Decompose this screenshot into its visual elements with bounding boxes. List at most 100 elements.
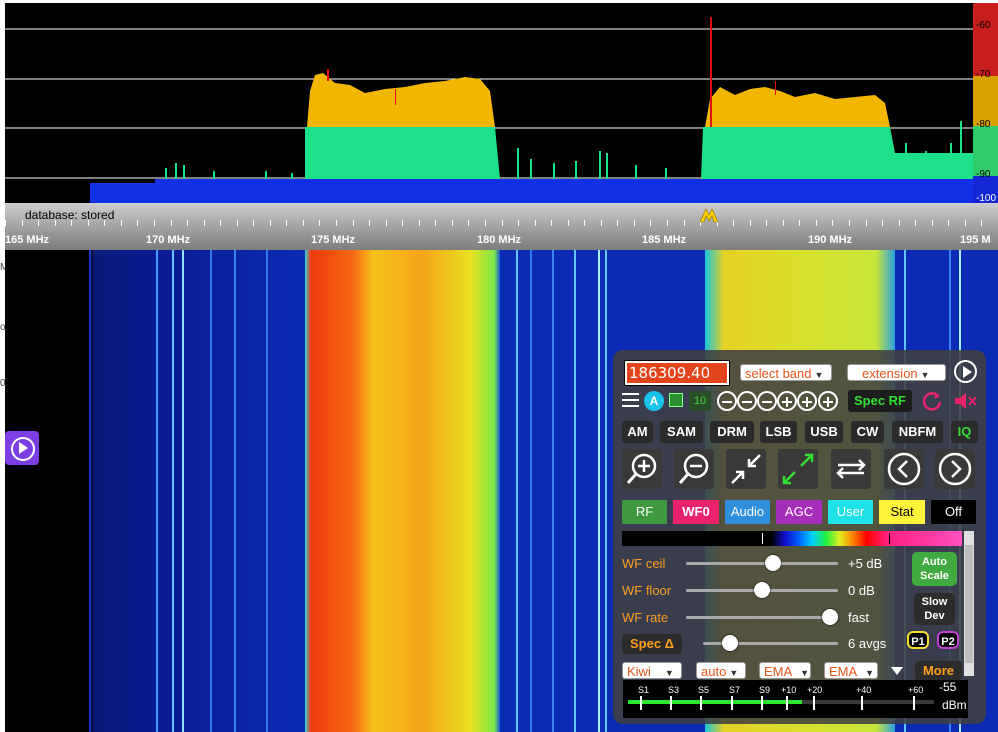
- page-right-button[interactable]: [935, 449, 975, 489]
- more-button[interactable]: More: [915, 661, 962, 680]
- tab-user[interactable]: User: [828, 500, 873, 524]
- spec-rf-button[interactable]: Spec RF: [848, 390, 912, 412]
- wf-rate-slider[interactable]: [686, 616, 838, 619]
- scrollbar-thumb[interactable]: [965, 545, 973, 663]
- zoom-in-button[interactable]: [622, 449, 662, 489]
- step-up-small-icon[interactable]: [777, 391, 797, 411]
- frequency-input[interactable]: 186309.40: [624, 360, 730, 386]
- step-toggle-icon[interactable]: [669, 393, 683, 407]
- wf-rate-slider-knob[interactable]: [822, 609, 839, 625]
- kiwi-select[interactable]: Kiwi ▼: [622, 662, 682, 679]
- s-meter-track: [628, 700, 934, 704]
- step-down-small-icon[interactable]: [757, 391, 777, 411]
- spec-avg-value: 6 avgs: [848, 636, 887, 651]
- menu-icon[interactable]: [622, 393, 639, 407]
- mode-am-button[interactable]: AM: [622, 421, 653, 443]
- step-size-badge[interactable]: 10: [689, 391, 711, 411]
- chevron-down-icon: ▼: [729, 668, 739, 678]
- spec-avg-slider-knob[interactable]: [722, 635, 738, 651]
- db-label: -60: [976, 20, 991, 31]
- spectrum-display[interactable]: [5, 3, 973, 203]
- freq-label: 195 M: [960, 234, 991, 246]
- wf-floor-label: WF floor: [622, 583, 672, 598]
- signal-band-1-yellow: [307, 73, 495, 127]
- auto-select[interactable]: auto ▼: [696, 662, 746, 679]
- ema-select-2[interactable]: EMA ▼: [824, 662, 878, 679]
- tuning-marker-icon[interactable]: [698, 206, 720, 222]
- step-down-medium-icon[interactable]: [737, 391, 757, 411]
- extension-select[interactable]: extension ▼: [847, 364, 946, 381]
- scale-tick: [270, 220, 271, 226]
- waterfall-colormap[interactable]: [622, 531, 962, 546]
- mode-iq-button[interactable]: IQ: [951, 421, 978, 443]
- preset-p2-button[interactable]: P2: [937, 631, 959, 649]
- step-down-large-icon[interactable]: [717, 391, 737, 411]
- mode-nbfm-button[interactable]: NBFM: [892, 421, 943, 443]
- mode-usb-button[interactable]: USB: [805, 421, 843, 443]
- slow-dev-button[interactable]: Slow Dev: [914, 593, 955, 625]
- zoom-max-out-button[interactable]: [778, 449, 818, 489]
- band-select[interactable]: select band ▼: [740, 364, 832, 381]
- db-label: -90: [976, 169, 991, 180]
- tab-audio[interactable]: Audio: [725, 500, 770, 524]
- zoom-band-button[interactable]: [726, 449, 766, 489]
- wf-ceil-slider[interactable]: [686, 562, 838, 565]
- chevron-right-icon: [938, 452, 972, 486]
- s-meter-unit: dBm: [942, 698, 967, 712]
- sync-waterfall-button[interactable]: [831, 449, 871, 489]
- play-button[interactable]: [954, 360, 977, 383]
- page-left-button[interactable]: [884, 449, 924, 489]
- spec-delta-button[interactable]: Spec Δ: [622, 634, 682, 654]
- s-meter-label: +40: [856, 685, 872, 695]
- wf-rate-value: fast: [848, 610, 869, 625]
- band-select-label: select band: [745, 366, 812, 381]
- collapse-triangle-icon[interactable]: [891, 667, 903, 675]
- scale-tick: [104, 220, 105, 226]
- zoom-out-icon: [678, 453, 709, 484]
- scale-tick: [253, 220, 254, 226]
- tab-stat[interactable]: Stat: [879, 500, 925, 524]
- step-up-medium-icon[interactable]: [797, 391, 817, 411]
- tab-agc[interactable]: AGC: [776, 500, 822, 524]
- auto-scale-button[interactable]: Auto Scale: [912, 552, 957, 586]
- mute-icon[interactable]: [953, 390, 979, 412]
- ema-select-1[interactable]: EMA ▼: [759, 662, 811, 679]
- scale-tick: [353, 220, 354, 226]
- panel-scrollbar[interactable]: [964, 531, 974, 676]
- scale-tick: [55, 220, 56, 226]
- mode-drm-button[interactable]: DRM: [710, 421, 754, 443]
- scale-tick: [88, 220, 89, 226]
- auto-select-label: auto: [701, 664, 727, 679]
- colormap-floor-marker[interactable]: [762, 533, 763, 544]
- mode-cw-button[interactable]: CW: [851, 421, 884, 443]
- zoom-out-button[interactable]: [674, 449, 714, 489]
- s-meter-tick: [731, 696, 733, 710]
- carrier-peak: [327, 69, 329, 81]
- scale-tick: [386, 220, 387, 226]
- side-play-button[interactable]: [5, 431, 39, 465]
- scale-tick: [237, 220, 238, 226]
- step-up-large-icon[interactable]: [818, 391, 838, 411]
- wf-ceil-slider-knob[interactable]: [764, 555, 781, 571]
- mode-sam-button[interactable]: SAM: [660, 421, 703, 443]
- chevron-down-icon: ▼: [814, 370, 824, 380]
- frequency-scale[interactable]: database: stored 165 MHz 170 MHz 175 MHz…: [5, 203, 998, 250]
- waterfall-signal-1: [305, 250, 500, 732]
- mode-lsb-button[interactable]: LSB: [760, 421, 797, 443]
- colormap-ceil-marker[interactable]: [889, 533, 890, 544]
- db-label: -80: [976, 119, 991, 130]
- tab-wf0[interactable]: WF0: [673, 500, 719, 524]
- scale-tick: [816, 220, 817, 226]
- scale-tick: [965, 220, 966, 226]
- preset-p1-button[interactable]: P1: [907, 631, 929, 649]
- reload-icon[interactable]: [921, 390, 943, 412]
- s-meter-label: +20: [807, 685, 823, 695]
- chevron-down-icon: ▼: [865, 668, 875, 678]
- tab-off[interactable]: Off: [931, 500, 976, 524]
- chevron-down-icon: ▼: [920, 370, 930, 380]
- auto-badge[interactable]: A: [644, 391, 664, 411]
- scale-tick: [22, 220, 23, 226]
- freq-label: 185 MHz: [642, 234, 687, 246]
- tab-rf[interactable]: RF: [622, 500, 667, 524]
- wf-floor-slider-knob[interactable]: [754, 582, 770, 598]
